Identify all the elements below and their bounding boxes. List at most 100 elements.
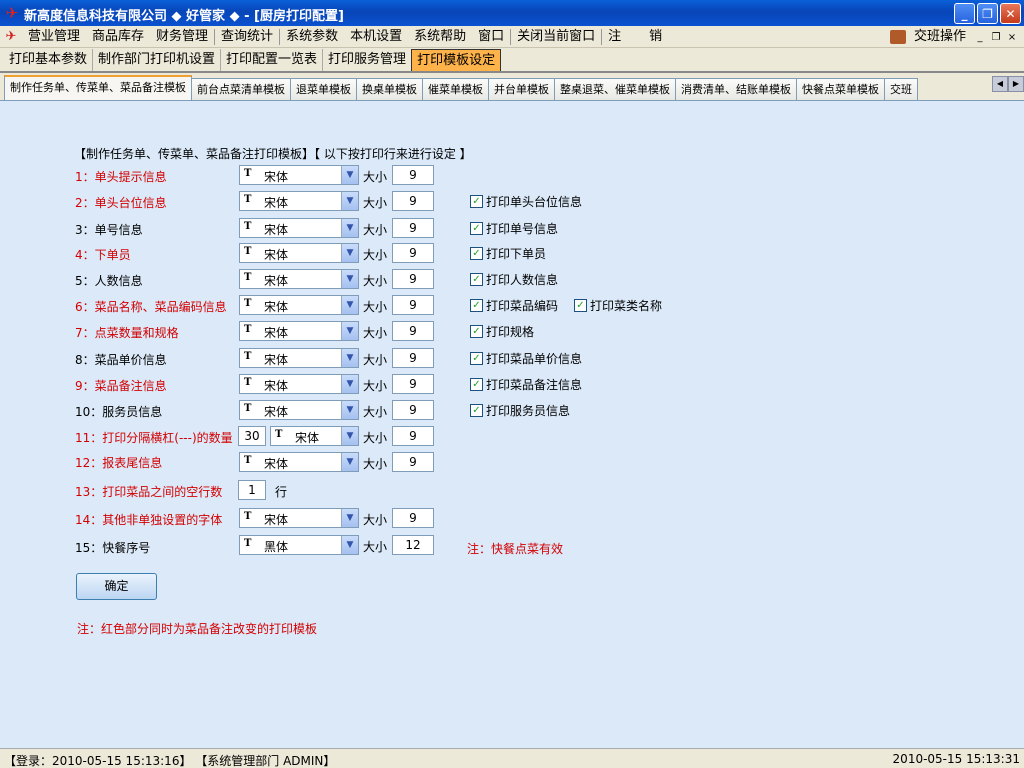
row-13-label: 13：打印菜品之间的空行数: [75, 485, 223, 499]
chevron-down-icon[interactable]: ▼: [341, 219, 358, 237]
menu-logout-2[interactable]: 销: [643, 26, 668, 48]
row-14-size-input[interactable]: 9: [392, 508, 434, 528]
chevron-down-icon[interactable]: ▼: [341, 166, 358, 184]
row-15-size-input[interactable]: 12: [392, 535, 434, 555]
subtab-merge-table[interactable]: 并台单模板: [488, 78, 555, 100]
menu-local-settings[interactable]: 本机设置: [344, 26, 408, 48]
menu-inventory[interactable]: 商品库存: [86, 26, 150, 48]
tab-print-basic[interactable]: 打印基本参数: [4, 49, 92, 71]
chevron-down-icon[interactable]: ▼: [341, 244, 358, 262]
child-minimize-button[interactable]: _: [974, 32, 986, 43]
row-3-font-select[interactable]: T 宋体 ▼: [239, 218, 359, 238]
restore-button[interactable]: ❐: [977, 3, 998, 24]
print-category-name-checkbox[interactable]: ✓ 打印菜类名称: [574, 297, 662, 314]
tab-print-service[interactable]: 打印服务管理: [322, 49, 411, 71]
row-10-font-select[interactable]: T 宋体 ▼: [239, 400, 359, 420]
window-title: 新高度信息科技有限公司 ◆ 好管家 ◆ - [厨房打印配置]: [24, 9, 344, 24]
row-7-label: 7：点菜数量和规格: [75, 326, 179, 340]
row-2-font-select[interactable]: T 宋体 ▼: [239, 191, 359, 211]
row-1-label: 1：单头提示信息: [75, 170, 167, 184]
menu-system-params[interactable]: 系统参数: [280, 26, 344, 48]
minimize-button[interactable]: _: [954, 3, 975, 24]
print-order-no-checkbox[interactable]: ✓ 打印单号信息: [470, 220, 558, 237]
subtab-bill[interactable]: 消费清单、结账单模板: [675, 78, 797, 100]
menu-logout-1[interactable]: 注: [602, 26, 643, 48]
blank-lines-input[interactable]: 1: [238, 480, 266, 500]
shift-button[interactable]: 交班操作: [910, 26, 970, 48]
tab-scroll: ◀ ▶: [992, 76, 1024, 92]
chevron-down-icon[interactable]: ▼: [341, 322, 358, 340]
chevron-down-icon[interactable]: ▼: [341, 375, 358, 393]
subtab-rush[interactable]: 催菜单模板: [422, 78, 489, 100]
confirm-button[interactable]: 确定: [76, 573, 157, 600]
print-order-staff-checkbox[interactable]: ✓ 打印下单员: [470, 245, 546, 262]
row-12-size-input[interactable]: 9: [392, 452, 434, 472]
chevron-down-icon[interactable]: ▼: [341, 509, 358, 527]
menu-close-current[interactable]: 关闭当前窗口: [511, 26, 601, 48]
print-unit-price-checkbox[interactable]: ✓ 打印菜品单价信息: [470, 350, 582, 367]
row-2-size-input[interactable]: 9: [392, 191, 434, 211]
row-7-font-select[interactable]: T 宋体 ▼: [239, 321, 359, 341]
chevron-down-icon[interactable]: ▼: [341, 270, 358, 288]
print-table-info-checkbox[interactable]: ✓ 打印单头台位信息: [470, 193, 582, 210]
menu-finance[interactable]: 财务管理: [150, 26, 214, 48]
tab-scroll-left-icon[interactable]: ◀: [992, 76, 1008, 92]
tab-config-list[interactable]: 打印配置一览表: [220, 49, 322, 71]
tab-template-settings[interactable]: 打印模板设定: [411, 49, 502, 71]
close-button[interactable]: ✕: [1000, 3, 1021, 24]
menu-sales[interactable]: 营业管理: [22, 26, 86, 48]
menu-window[interactable]: 窗口: [472, 26, 510, 48]
print-spec-checkbox[interactable]: ✓ 打印规格: [470, 323, 534, 340]
row-3-size-input[interactable]: 9: [392, 218, 434, 238]
row-5-font-select[interactable]: T 宋体 ▼: [239, 269, 359, 289]
row-9-font-select[interactable]: T 宋体 ▼: [239, 374, 359, 394]
print-guest-count-checkbox[interactable]: ✓ 打印人数信息: [470, 271, 558, 288]
row-5-size-input[interactable]: 9: [392, 269, 434, 289]
row-7-size-input[interactable]: 9: [392, 321, 434, 341]
menu-help[interactable]: 系统帮助: [408, 26, 472, 48]
subtab-task-order[interactable]: 制作任务单、传菜单、菜品备注模板: [4, 75, 192, 100]
row-8-font-select[interactable]: T 宋体 ▼: [239, 348, 359, 368]
row-9-size-input[interactable]: 9: [392, 374, 434, 394]
row-15-font-select[interactable]: T 黑体 ▼: [239, 535, 359, 555]
row-12-font-select[interactable]: T 宋体 ▼: [239, 452, 359, 472]
row-8-size-input[interactable]: 9: [392, 348, 434, 368]
chevron-down-icon[interactable]: ▼: [341, 192, 358, 210]
row-11-font-select[interactable]: T 宋体 ▼: [270, 426, 359, 446]
font-icon: T: [244, 298, 252, 309]
row-4-font-select[interactable]: T 宋体 ▼: [239, 243, 359, 263]
tab-dept-printer[interactable]: 制作部门打印机设置: [92, 49, 220, 71]
rows-unit-label: 行: [275, 485, 288, 499]
separator-count-input[interactable]: 30: [238, 426, 266, 446]
print-dish-note-checkbox[interactable]: ✓ 打印菜品备注信息: [470, 376, 582, 393]
row-11-size-input[interactable]: 9: [392, 426, 434, 446]
row-4-size-input[interactable]: 9: [392, 243, 434, 263]
subtab-whole-table[interactable]: 整桌退菜、催菜单模板: [554, 78, 676, 100]
chevron-down-icon[interactable]: ▼: [341, 401, 358, 419]
subtab-return[interactable]: 退菜单模板: [290, 78, 357, 100]
chevron-down-icon[interactable]: ▼: [341, 296, 358, 314]
menu-query[interactable]: 查询统计: [215, 26, 279, 48]
row-10-size-input[interactable]: 9: [392, 400, 434, 420]
row-1-size-label: 大小: [363, 170, 388, 184]
font-icon: T: [244, 377, 252, 388]
chevron-down-icon[interactable]: ▼: [341, 349, 358, 367]
subtab-fastfood[interactable]: 快餐点菜单模板: [796, 78, 885, 100]
row-1-size-input[interactable]: 9: [392, 165, 434, 185]
row-6-size-input[interactable]: 9: [392, 295, 434, 315]
chevron-down-icon[interactable]: ▼: [341, 427, 358, 445]
chevron-down-icon[interactable]: ▼: [341, 453, 358, 471]
row-1-font-select[interactable]: T 宋体 ▼: [239, 165, 359, 185]
subtab-front-order[interactable]: 前台点菜清单模板: [191, 78, 291, 100]
subtab-shift[interactable]: 交班: [884, 78, 918, 100]
chevron-down-icon[interactable]: ▼: [341, 536, 358, 554]
child-close-button[interactable]: ×: [1006, 32, 1018, 43]
print-waiter-checkbox[interactable]: ✓ 打印服务员信息: [470, 402, 570, 419]
child-restore-button[interactable]: ❐: [990, 32, 1002, 43]
row-3-size-label: 大小: [363, 223, 388, 237]
row-6-font-select[interactable]: T 宋体 ▼: [239, 295, 359, 315]
row-14-font-select[interactable]: T 宋体 ▼: [239, 508, 359, 528]
tab-scroll-right-icon[interactable]: ▶: [1008, 76, 1024, 92]
subtab-change-table[interactable]: 换桌单模板: [356, 78, 423, 100]
print-dish-code-checkbox[interactable]: ✓ 打印菜品编码: [470, 297, 558, 314]
